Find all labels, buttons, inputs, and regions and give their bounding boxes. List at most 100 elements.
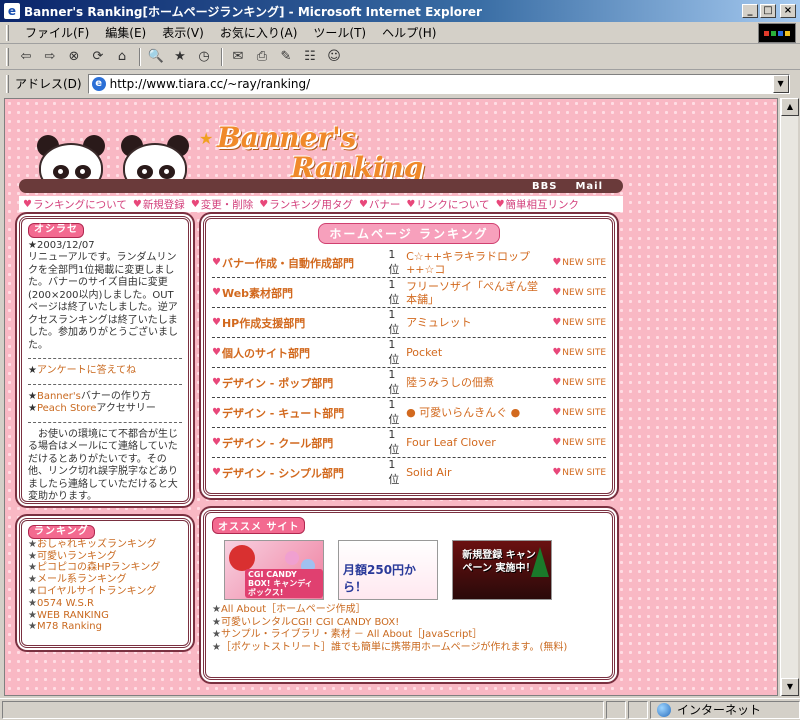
address-dropdown-button[interactable]: ▼ — [772, 74, 789, 93]
survey-link[interactable]: アンケートに答えてね — [37, 365, 136, 376]
home-button[interactable]: ⌂ — [111, 47, 133, 67]
back-button[interactable]: ⇦ — [15, 47, 37, 67]
menu-edit[interactable]: 編集(E) — [97, 24, 154, 41]
stop-button[interactable]: ⊗ — [63, 47, 85, 67]
recommended-link[interactable]: ★可愛いレンタルCGI! CGI CANDY BOX! — [212, 617, 606, 630]
nav-links[interactable]: ♥ リンクについて — [406, 197, 489, 212]
mail-link[interactable]: Mail — [575, 181, 603, 192]
candy-box-banner[interactable]: CGI CANDY BOX! キャンディボックス! — [224, 540, 324, 600]
maximize-button[interactable]: □ — [760, 4, 776, 18]
ranking-link[interactable]: ★おしゃれキッズランキング — [28, 539, 182, 551]
recommended-link[interactable]: ★［ポケットストリート］誰でも簡単に携帯用ホームページが作れます。(無料) — [212, 642, 606, 655]
heart-icon: ♥ — [212, 377, 221, 388]
edit-button[interactable]: ✎ — [275, 47, 297, 67]
site-link[interactable]: ● 可愛いらんきんぐ ● — [406, 406, 547, 419]
nav-about[interactable]: ♥ ランキングについて — [23, 197, 127, 212]
forward-button[interactable]: ⇨ — [39, 47, 61, 67]
close-button[interactable]: × — [780, 4, 796, 18]
new-site-link[interactable]: ♥ NEW SITE — [547, 317, 606, 328]
search-button[interactable]: 🔍 — [145, 47, 167, 67]
ranking-row: ♥ デザイン - クール部門 1位 Four Leaf Clover ♥ NEW S… — [212, 428, 606, 458]
new-site-link[interactable]: ♥ NEW SITE — [547, 287, 606, 298]
new-site-link[interactable]: ♥ NEW SITE — [547, 437, 606, 448]
nav-mutual-link[interactable]: ♥ 簡単相互リンク — [496, 197, 579, 212]
ranking-link[interactable]: ★ロイヤルサイトランキング — [28, 586, 182, 598]
menu-favorites[interactable]: お気に入り(A) — [212, 24, 306, 41]
standard-toolbar: ⇦ ⇨ ⊗ ⟳ ⌂ 🔍 ★ ◷ ✉ ⎙ ✎ ☷ ☺ — [0, 44, 800, 70]
nav-edit-delete[interactable]: ♥ 変更・削除 — [191, 197, 253, 212]
menu-view[interactable]: 表示(V) — [154, 24, 212, 41]
category-link[interactable]: ♥ 個人のサイト部門 — [212, 345, 388, 361]
ranking-link[interactable]: ★0574 W.S.R — [28, 598, 182, 610]
print-button[interactable]: ⎙ — [251, 47, 273, 67]
mail-button[interactable]: ✉ — [227, 47, 249, 67]
rank-position: 1位 — [388, 248, 400, 276]
star-icon: ★ — [28, 365, 37, 376]
discuss-button[interactable]: ☷ — [299, 47, 321, 67]
site-link[interactable]: Pocket — [406, 346, 547, 359]
favorites-button[interactable]: ★ — [169, 47, 191, 67]
site-link[interactable]: フリーソザイ「ぺんぎん堂本舗」 — [406, 280, 547, 306]
rank-position: 1位 — [388, 458, 400, 486]
site-nav: ♥ ランキングについて ♥ 新規登録 ♥ 変更・削除 ♥ ランキング用タグ ♥ バナー ♥… — [19, 196, 623, 212]
category-link[interactable]: ♥ デザイン - クール部門 — [212, 435, 388, 451]
history-button[interactable]: ◷ — [193, 47, 215, 67]
messenger-button[interactable]: ☺ — [323, 47, 345, 67]
ranking-link[interactable]: ★ピコピコの森HPランキング — [28, 562, 182, 574]
peach-store-link[interactable]: Peach Store — [37, 403, 96, 414]
bbs-link[interactable]: BBS — [532, 181, 557, 192]
status-text — [2, 700, 604, 719]
scroll-up-button[interactable]: ▲ — [781, 98, 799, 116]
page-icon: e — [91, 76, 106, 91]
menu-grip — [6, 24, 9, 41]
new-site-link[interactable]: ♥ NEW SITE — [547, 407, 606, 418]
rental-banner[interactable]: 月額250円から！ — [338, 540, 438, 600]
category-link[interactable]: ♥ デザイン - キュート部門 — [212, 405, 388, 421]
menu-tools[interactable]: ツール(T) — [305, 24, 374, 41]
minimize-button[interactable]: _ — [742, 4, 758, 18]
category-link[interactable]: ♥ デザイン - シンプル部門 — [212, 465, 388, 481]
category-link[interactable]: ♥ Web素材部門 — [212, 285, 388, 301]
site-link[interactable]: アミュレット — [406, 316, 547, 329]
new-site-link[interactable]: ♥ NEW SITE — [547, 467, 606, 478]
nav-register[interactable]: ♥ 新規登録 — [133, 197, 185, 212]
homepage-ranking-panel: ホームページ ランキング ♥ バナー作成・自動作成部門 1位 C☆++キラキラドロ… — [203, 216, 615, 496]
ranking-link[interactable]: ★WEB RANKING — [28, 610, 182, 622]
new-site-link[interactable]: ♥ NEW SITE — [547, 257, 606, 268]
ranking-link[interactable]: ★M78 Ranking — [28, 621, 182, 633]
heart-icon: ♥ — [406, 198, 416, 210]
heart-icon: ♥ — [212, 287, 221, 298]
category-link[interactable]: ♥ バナー作成・自動作成部門 — [212, 255, 388, 271]
site-logo[interactable]: ★ Banner's Ranking — [199, 121, 423, 185]
category-link[interactable]: ♥ HP作成支援部門 — [212, 315, 388, 331]
ranking-link[interactable]: ★可愛いランキング — [28, 551, 182, 563]
category-link[interactable]: ♥ デザイン - ポップ部門 — [212, 375, 388, 391]
vertical-scrollbar[interactable]: ▲ ▼ — [780, 98, 799, 696]
heart-icon: ♥ — [552, 437, 562, 448]
recommended-link[interactable]: ★サンプル・ライブラリ・素材 － All About［JavaScript］ — [212, 629, 606, 642]
recommended-link[interactable]: ★All About［ホームページ作成］ — [212, 604, 606, 617]
site-link[interactable]: Four Leaf Clover — [406, 436, 547, 449]
nav-banner[interactable]: ♥ バナー — [359, 197, 400, 212]
address-input[interactable]: e http://www.tiara.cc/~ray/ranking/ ▼ — [87, 73, 790, 94]
banners-link[interactable]: Banner's — [37, 391, 81, 402]
scroll-down-button[interactable]: ▼ — [781, 678, 799, 696]
survey-row: ★アンケートに答えてね — [28, 365, 182, 378]
campaign-banner[interactable]: 新規登録 キャンペーン 実施中！ — [452, 540, 552, 600]
menu-help[interactable]: ヘルプ(H) — [374, 24, 444, 41]
address-bar: アドレス(D) e http://www.tiara.cc/~ray/ranki… — [0, 71, 800, 96]
nav-tags[interactable]: ♥ ランキング用タグ — [259, 197, 353, 212]
heart-icon: ♥ — [552, 317, 562, 328]
ranking-row: ♥ バナー作成・自動作成部門 1位 C☆++キラキラドロップ++☆コ ♥ NEW S… — [212, 248, 606, 278]
address-url[interactable]: http://www.tiara.cc/~ray/ranking/ — [110, 77, 311, 91]
ranking-link[interactable]: ★メール系ランキング — [28, 574, 182, 586]
new-site-link[interactable]: ♥ NEW SITE — [547, 347, 606, 358]
refresh-button[interactable]: ⟳ — [87, 47, 109, 67]
site-link[interactable]: C☆++キラキラドロップ++☆コ — [406, 250, 547, 276]
menu-file[interactable]: ファイル(F) — [17, 24, 97, 41]
new-site-link[interactable]: ♥ NEW SITE — [547, 377, 606, 388]
site-link[interactable]: Solid Air — [406, 466, 547, 479]
news-panel: オシラセ ★2003/12/07 リニューアルです。ランダムリンクを全部門1位掲… — [19, 216, 191, 504]
heart-icon: ♥ — [552, 377, 562, 388]
site-link[interactable]: 陸うみうしの佃煮 — [406, 376, 547, 389]
